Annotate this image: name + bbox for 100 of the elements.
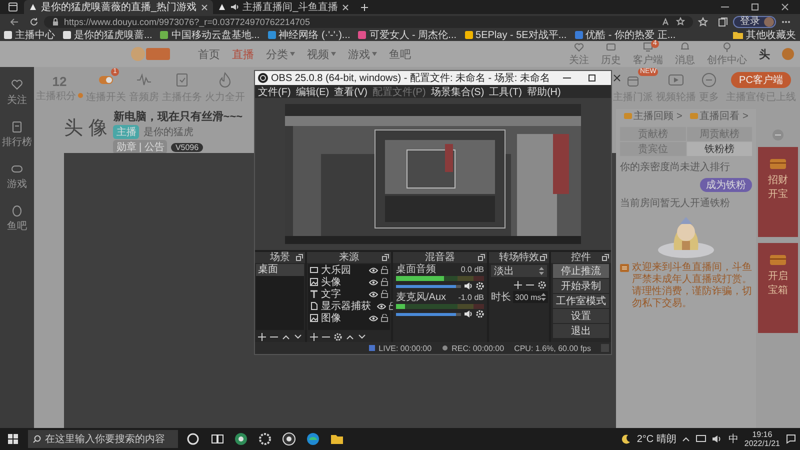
- control-button[interactable]: 工作室模式: [553, 294, 609, 308]
- profile-button[interactable]: 登录: [733, 16, 776, 28]
- gear-icon[interactable]: [334, 332, 342, 340]
- fan-button[interactable]: 成为铁粉: [700, 178, 752, 192]
- nav-link[interactable]: 视频: [307, 46, 329, 62]
- menu-item[interactable]: 帮助(H): [526, 84, 561, 98]
- close-icon[interactable]: [780, 3, 790, 11]
- plus-icon[interactable]: [514, 280, 522, 288]
- client-button[interactable]: PC客户端: [731, 72, 791, 88]
- nav-link[interactable]: 游戏: [348, 46, 370, 62]
- close-icon[interactable]: [342, 4, 350, 10]
- source-item[interactable]: 图像: [321, 311, 341, 325]
- control-button[interactable]: 开始录制: [553, 279, 609, 293]
- scene-item[interactable]: 桌面: [256, 264, 304, 276]
- browser-tab[interactable]: 主播直播间_斗鱼直播: [212, 0, 354, 14]
- record-icon[interactable]: [282, 432, 296, 446]
- undock-icon[interactable]: [382, 254, 389, 261]
- bookmark[interactable]: 是你的猛虎嗅蔷...: [63, 30, 152, 40]
- unlock-icon[interactable]: [381, 266, 388, 274]
- bookmark-folder[interactable]: 其他收藏夹: [733, 30, 796, 40]
- undock-icon[interactable]: [478, 254, 485, 261]
- anchor-name[interactable]: 是你的猛虎: [143, 125, 194, 139]
- unlock-icon[interactable]: [381, 290, 388, 298]
- ad-card[interactable]: 招财开宝: [758, 147, 798, 237]
- menu-item[interactable]: 场景集合(S): [430, 84, 484, 98]
- new-tab-icon[interactable]: [360, 2, 370, 12]
- sidebar-label[interactable]: 鱼吧: [7, 219, 27, 233]
- sidebar-label[interactable]: 游戏: [7, 177, 27, 191]
- source-item[interactable]: 大乐园: [321, 263, 351, 277]
- eye-icon[interactable]: [369, 266, 378, 274]
- bookmark[interactable]: 主播中心: [4, 30, 55, 40]
- undock-icon[interactable]: [602, 254, 609, 261]
- caret-down-icon[interactable]: [358, 332, 366, 340]
- caret-up-icon[interactable]: [346, 332, 354, 340]
- volume-slider[interactable]: [396, 312, 461, 316]
- menu-item[interactable]: 编辑(E): [296, 84, 330, 98]
- input-method[interactable]: 中: [728, 432, 738, 446]
- plus-icon[interactable]: [310, 332, 318, 340]
- bookmark[interactable]: 5EPlay - 5E对战平...: [464, 30, 567, 40]
- heart-icon[interactable]: [11, 79, 23, 91]
- sidebar-label[interactable]: 关注: [7, 93, 27, 107]
- nav-link[interactable]: 首页: [198, 46, 220, 62]
- maximize-icon[interactable]: [586, 74, 597, 82]
- clock-time[interactable]: 19:16: [752, 430, 772, 439]
- cortana-icon[interactable]: [186, 432, 200, 446]
- caret-up-icon[interactable]: [282, 332, 290, 340]
- eye-icon[interactable]: [369, 314, 378, 322]
- menu-item[interactable]: 查看(V): [334, 84, 368, 98]
- bookmark[interactable]: 神经网络 (·'-'·)...: [268, 30, 350, 40]
- browser-icon[interactable]: [306, 432, 320, 446]
- nav-link[interactable]: 鱼吧: [389, 46, 411, 62]
- gear-icon[interactable]: [538, 280, 546, 288]
- favorites-icon[interactable]: [698, 16, 708, 26]
- undock-icon[interactable]: [296, 254, 303, 261]
- clock-date[interactable]: 2022/1/21: [744, 439, 780, 448]
- more-icon[interactable]: [781, 20, 791, 24]
- bookmark[interactable]: 中国移动云盘基地...: [160, 30, 260, 40]
- duration-field[interactable]: 300 ms: [513, 291, 548, 303]
- speaker-icon[interactable]: [712, 435, 722, 443]
- panel-link[interactable]: 主播回顾 >: [634, 109, 682, 123]
- rank-tab[interactable]: 铁粉榜: [686, 142, 752, 156]
- caret-down-icon[interactable]: [294, 332, 302, 340]
- gear-icon[interactable]: [476, 310, 484, 318]
- back-icon[interactable]: [9, 16, 19, 26]
- browser-tab[interactable]: 是你的猛虎嗅蔷薇的直播_热门游戏: [24, 0, 213, 14]
- menu-item[interactable]: 文件(F): [258, 84, 291, 98]
- speaker-icon[interactable]: [464, 310, 473, 318]
- eye-icon[interactable]: [377, 302, 386, 310]
- control-button[interactable]: 退出: [553, 324, 609, 338]
- transition-select[interactable]: 淡出: [491, 265, 547, 277]
- favorite-icon[interactable]: [676, 17, 685, 26]
- sidebar-label[interactable]: 排行榜: [2, 135, 32, 149]
- eye-icon[interactable]: [369, 290, 378, 298]
- network-icon[interactable]: [696, 435, 706, 443]
- notification-icon[interactable]: [786, 434, 796, 444]
- unlock-icon[interactable]: [381, 278, 388, 286]
- panel-link[interactable]: 直播回看 >: [700, 109, 748, 123]
- eye-icon[interactable]: [369, 278, 378, 286]
- source-item[interactable]: 头像: [321, 275, 341, 289]
- undock-icon[interactable]: [540, 254, 547, 261]
- reload-icon[interactable]: [29, 16, 39, 26]
- gear-icon[interactable]: [476, 282, 484, 290]
- clipboard-icon[interactable]: [174, 72, 190, 88]
- plus-icon[interactable]: [258, 332, 266, 340]
- list-icon[interactable]: [11, 121, 23, 133]
- read-aloud-icon[interactable]: [662, 18, 671, 26]
- windows-logo-icon[interactable]: [8, 434, 18, 444]
- task-view-icon[interactable]: [210, 432, 224, 446]
- chevron-up-icon[interactable]: [682, 436, 690, 442]
- speaker-icon[interactable]: [464, 282, 473, 290]
- close-icon[interactable]: [200, 4, 208, 10]
- menu-item[interactable]: 工具(T): [489, 84, 522, 98]
- collections-icon[interactable]: [718, 16, 728, 26]
- bookmark[interactable]: 优酷 - 你的热爱 正...: [574, 30, 676, 40]
- gear-icon[interactable]: [258, 432, 272, 446]
- volume-slider[interactable]: [396, 284, 461, 288]
- bookmark[interactable]: 可爱女人 - 周杰伦...: [358, 30, 457, 40]
- ad-card[interactable]: 开启宝箱: [758, 243, 798, 333]
- maximize-icon[interactable]: [750, 3, 760, 11]
- unlock-icon[interactable]: [381, 314, 388, 322]
